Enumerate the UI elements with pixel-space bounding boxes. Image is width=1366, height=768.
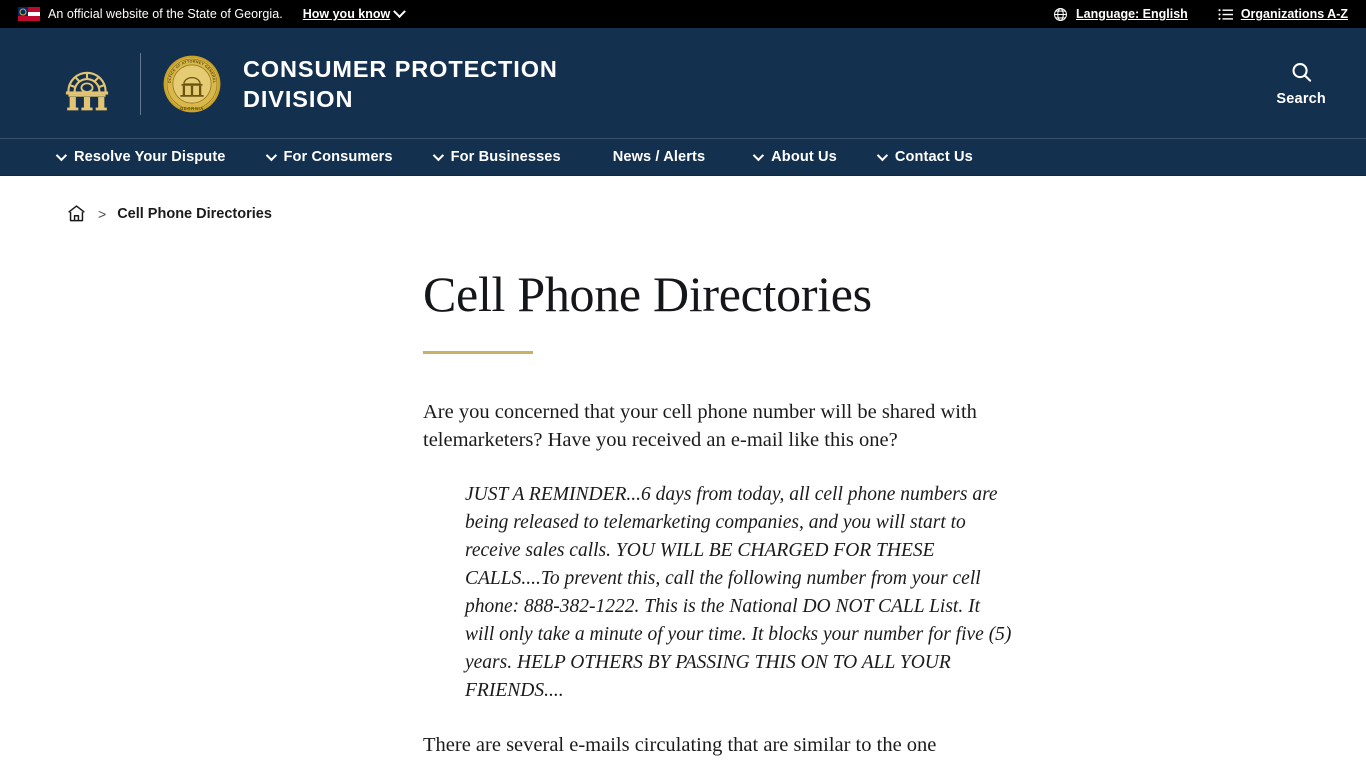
nav-label: Contact Us: [894, 149, 973, 165]
search-button[interactable]: Search: [1276, 61, 1348, 107]
nav-label: For Businesses: [450, 149, 561, 165]
nav-item-about-us[interactable]: About Us: [752, 149, 837, 165]
brand-divider: [140, 52, 141, 115]
site-header: seal GEORGIA OFFICE OF ATTORNEY GENERAL …: [0, 28, 1366, 139]
search-icon: [1292, 62, 1311, 82]
nav-label: Resolve Your Dispute: [74, 149, 226, 165]
chevron-down-icon: [55, 149, 68, 162]
page-content: Cell Phone Directories Are you concerned…: [0, 224, 1366, 759]
official-site-text: An official website of the State of Geor…: [48, 7, 283, 21]
gov-banner-right: Language: English Organizations A-Z: [1053, 7, 1348, 22]
email-quote: JUST A REMINDER...6 days from today, all…: [465, 483, 1012, 701]
nav-item-for-businesses[interactable]: For Businesses: [432, 149, 561, 165]
svg-text:GEORGIA: GEORGIA: [180, 106, 204, 111]
chevron-down-icon: [393, 4, 407, 18]
gov-banner-left: An official website of the State of Geor…: [18, 4, 407, 21]
page-title: Cell Phone Directories: [423, 266, 872, 322]
breadcrumb: > Cell Phone Directories: [0, 176, 1366, 224]
nav-label: For Consumers: [283, 149, 393, 165]
breadcrumb-separator: >: [98, 205, 107, 222]
title-accent-rule: [423, 351, 533, 354]
site-title: CONSUMER PROTECTION DIVISION: [243, 55, 558, 112]
intro-paragraph: Are you concerned that your cell phone n…: [423, 401, 977, 452]
georgia-state-flag-icon: [18, 7, 40, 21]
search-label: Search: [1276, 90, 1326, 107]
chevron-down-icon: [432, 149, 444, 162]
main-navigation: Resolve Your Dispute For Consumers For B…: [0, 139, 1366, 176]
nav-item-news-alerts[interactable]: News / Alerts: [613, 149, 705, 165]
chevron-down-icon: [265, 149, 277, 162]
nav-item-contact-us[interactable]: Contact Us: [876, 149, 973, 165]
after-quote-paragraph: There are several e-mails circulating th…: [423, 733, 937, 756]
official-gov-banner: An official website of the State of Geor…: [0, 0, 1366, 28]
globe-icon: [1054, 7, 1067, 21]
how-you-know-label: How you know: [302, 7, 391, 21]
nav-label: News / Alerts: [612, 149, 706, 165]
chevron-down-icon: [876, 149, 888, 162]
organizations-label: Organizations A-Z: [1240, 7, 1348, 21]
chevron-down-icon: [752, 149, 765, 162]
brand-lockup[interactable]: seal GEORGIA OFFICE OF ATTORNEY GENERAL: [56, 51, 221, 117]
breadcrumb-current: Cell Phone Directories: [117, 205, 272, 222]
home-icon[interactable]: [66, 203, 87, 224]
language-label: Language: English: [1076, 7, 1188, 21]
nav-label: About Us: [771, 149, 837, 165]
language-selector[interactable]: Language: English: [1053, 7, 1188, 22]
how-you-know-button[interactable]: How you know: [302, 4, 407, 21]
list-icon: [1218, 8, 1233, 20]
nav-item-for-consumers[interactable]: For Consumers: [265, 149, 393, 165]
nav-item-resolve-your-dispute[interactable]: Resolve Your Dispute: [55, 149, 226, 165]
office-of-attorney-general-georgia-seal: seal GEORGIA OFFICE OF ATTORNEY GENERAL: [163, 55, 221, 112]
organizations-a-z-link[interactable]: Organizations A-Z: [1218, 7, 1348, 21]
georgia-capitol-arch-logo: [65, 71, 109, 110]
